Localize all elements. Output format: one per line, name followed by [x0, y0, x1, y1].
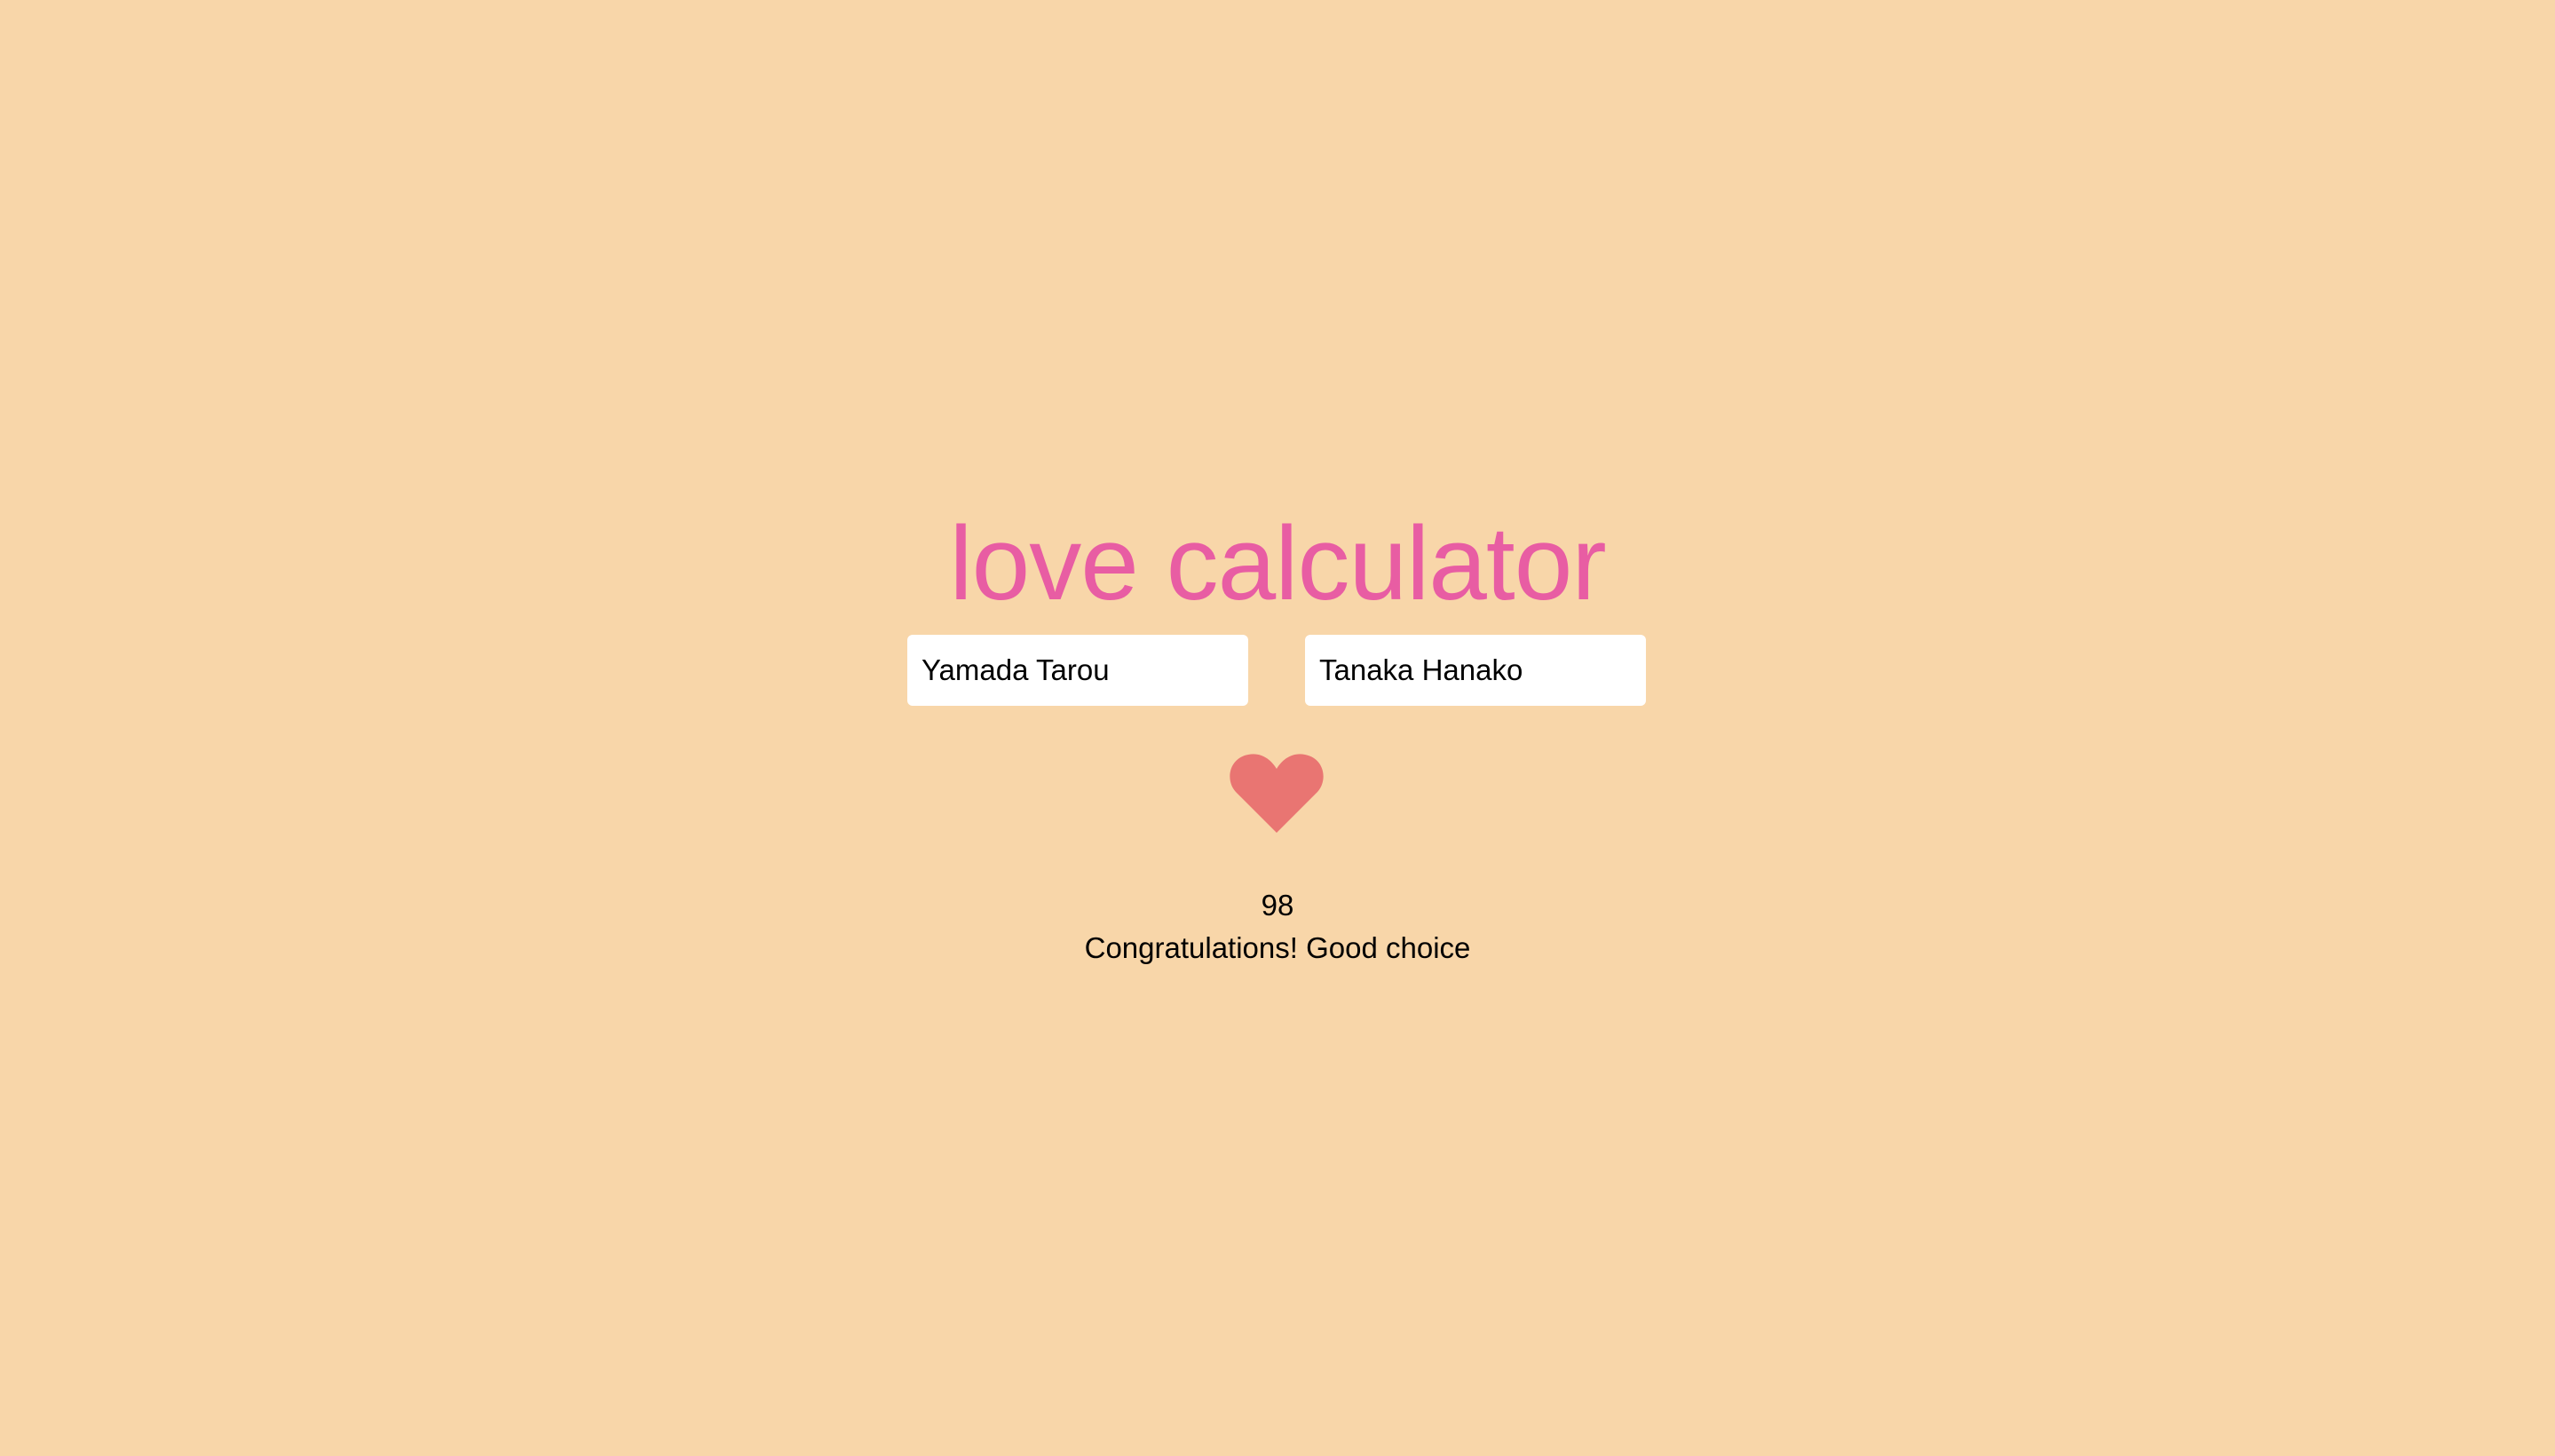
compatibility-score: 98: [1261, 889, 1294, 922]
second-name-input[interactable]: [1305, 635, 1646, 706]
heart-icon[interactable]: [1229, 751, 1325, 836]
result-message: Congratulations! Good choice: [1084, 931, 1471, 964]
love-calculator-app: love calculator 98 Congratulations! Good…: [0, 0, 2555, 1456]
first-name-input[interactable]: [907, 635, 1248, 706]
page-title: love calculator: [949, 505, 1606, 622]
